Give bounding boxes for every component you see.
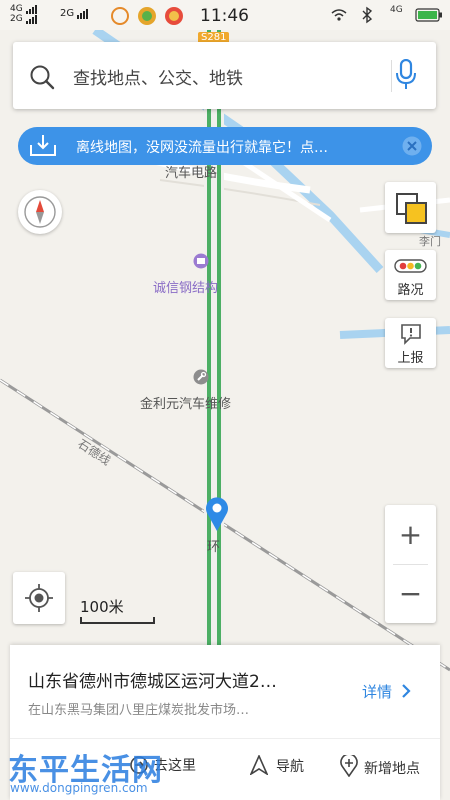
navigate-label: 导航 bbox=[276, 759, 304, 775]
layers-button[interactable] bbox=[385, 182, 436, 233]
layers-icon bbox=[396, 193, 427, 224]
compass-button[interactable] bbox=[18, 190, 62, 234]
traffic-light-icon bbox=[394, 259, 427, 273]
add-location-icon bbox=[340, 753, 358, 778]
sim1-signal: 4G 2G bbox=[10, 4, 38, 24]
marker-label: 环 bbox=[207, 540, 221, 555]
traffic-label: 路况 bbox=[397, 283, 424, 298]
detail-label: 详情 bbox=[362, 683, 393, 701]
chevron-right-icon bbox=[402, 684, 411, 698]
bluetooth-icon bbox=[362, 6, 373, 24]
zoom-out-button[interactable]: − bbox=[385, 565, 436, 623]
zoom-in-button[interactable]: + bbox=[385, 505, 436, 564]
repair-icon[interactable] bbox=[193, 369, 209, 385]
add-place-button[interactable]: 新增地点 bbox=[340, 753, 420, 778]
wifi-icon bbox=[331, 9, 347, 21]
scale-label: 100米 bbox=[80, 598, 124, 616]
zoom-control: + − bbox=[385, 505, 436, 623]
signal-icon bbox=[25, 4, 38, 14]
card-divider bbox=[10, 738, 440, 739]
signal-icon bbox=[77, 9, 89, 19]
watermark-url: www.dongpingren.com bbox=[10, 781, 148, 795]
detail-link[interactable]: 详情 bbox=[362, 681, 411, 702]
navigation-arrow-icon bbox=[249, 754, 269, 777]
net-label: 4G bbox=[390, 5, 403, 15]
place-address: 山东省德州市德城区运河大道2… bbox=[28, 672, 277, 692]
report-button[interactable]: 上报 bbox=[385, 318, 436, 368]
scale-bar bbox=[80, 617, 155, 624]
app-notification-icon bbox=[111, 7, 183, 25]
compass-icon bbox=[24, 196, 56, 228]
sim1-label: 4G bbox=[10, 4, 23, 14]
sim-alt-label: 2G bbox=[60, 8, 75, 19]
search-icon bbox=[30, 65, 55, 90]
sim-alt-signal: 2G bbox=[60, 9, 89, 19]
location-marker-icon[interactable] bbox=[204, 496, 230, 532]
search-input[interactable]: 查找地点、公交、地铁 bbox=[73, 64, 243, 89]
traffic-button[interactable]: 路况 bbox=[385, 250, 436, 300]
locate-icon bbox=[25, 584, 53, 612]
signal-icon bbox=[25, 14, 38, 24]
report-icon bbox=[401, 324, 421, 345]
microphone-icon[interactable] bbox=[396, 59, 416, 91]
status-time: 11:46 bbox=[200, 6, 249, 26]
navigate-button[interactable]: 导航 bbox=[249, 754, 304, 777]
place-sub-address: 在山东黑马集团八里庄煤炭批发市场… bbox=[28, 703, 250, 718]
banner-text: 离线地图，没网没流量出行就靠它！点… bbox=[76, 140, 328, 156]
locate-button[interactable] bbox=[13, 572, 65, 624]
report-label: 上报 bbox=[397, 351, 424, 366]
shop-icon[interactable] bbox=[193, 253, 209, 269]
download-icon bbox=[30, 135, 56, 156]
search-divider bbox=[391, 60, 392, 92]
sim2-label: 2G bbox=[10, 14, 23, 24]
edge-label: 李门 bbox=[419, 235, 441, 248]
offline-map-banner[interactable]: 离线地图，没网没流量出行就靠它！点… bbox=[18, 127, 432, 165]
poi-label-repair[interactable]: 金利元汽车维修 bbox=[140, 393, 231, 412]
add-place-label: 新增地点 bbox=[364, 761, 420, 777]
battery-icon bbox=[415, 8, 442, 22]
poi-label-steel[interactable]: 诚信钢结构 bbox=[153, 277, 218, 296]
close-icon[interactable] bbox=[402, 136, 422, 156]
status-bar: 4G 2G 2G 11:46 4G bbox=[0, 0, 450, 30]
search-bar[interactable]: 查找地点、公交、地铁 bbox=[13, 42, 436, 109]
